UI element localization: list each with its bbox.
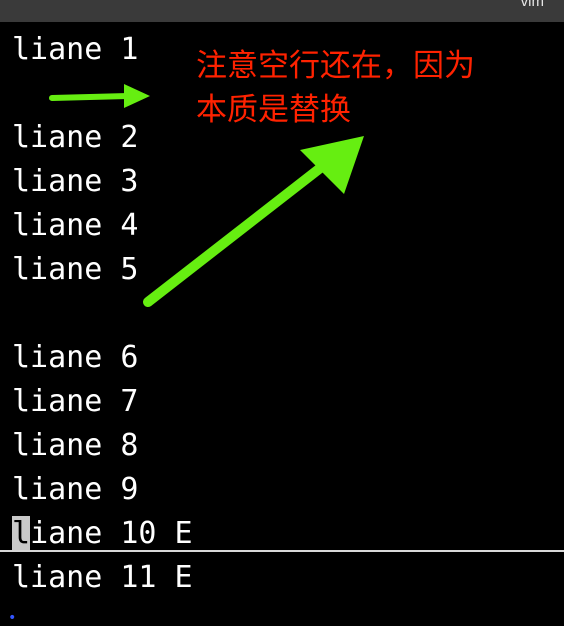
buffer-line-11[interactable]: liane 9 — [12, 472, 138, 508]
buffer-line-4[interactable]: liane 3 — [12, 164, 138, 200]
line-text: liane 2 — [12, 120, 139, 155]
command-line-marker: • — [8, 610, 17, 626]
buffer-line-1[interactable]: liane 1 — [12, 32, 138, 68]
buffer-line-9[interactable]: liane 7 — [12, 384, 138, 420]
line-text: liane 4 — [12, 208, 139, 243]
annotation-note: 注意空行还在，因为 本质是替换 — [196, 48, 475, 128]
cursorline-underline — [0, 550, 564, 552]
line-text: liane 1 — [12, 32, 139, 67]
line-text: liane 9 — [12, 472, 139, 507]
line-text: liane 7 — [12, 384, 139, 419]
buffer-line-5[interactable]: liane 4 — [12, 208, 138, 244]
buffer-line-10[interactable]: liane 8 — [12, 428, 138, 464]
buffer-line-13[interactable]: liane 11 E — [12, 560, 193, 596]
line-text: liane 5 — [12, 252, 139, 287]
buffer-line-3[interactable]: liane 2 — [12, 120, 138, 156]
line-text: iane 10 E — [30, 516, 193, 551]
text-cursor[interactable]: l — [12, 516, 31, 551]
line-text: liane 6 — [12, 340, 139, 375]
line-text: liane 3 — [12, 164, 139, 199]
line-text: liane 8 — [12, 428, 139, 463]
buffer-line-12-current[interactable]: liane 10 E — [12, 516, 193, 552]
buffer-line-8[interactable]: liane 6 — [12, 340, 138, 376]
line-text: liane 11 E — [12, 560, 193, 595]
buffer-line-6[interactable]: liane 5 — [12, 252, 138, 288]
